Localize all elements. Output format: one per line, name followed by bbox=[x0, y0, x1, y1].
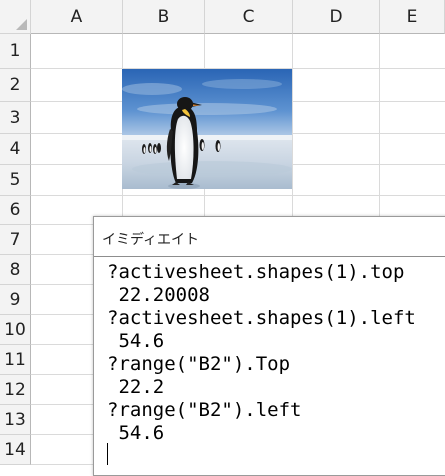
gridline bbox=[31, 195, 445, 196]
row-header-1[interactable]: 1 bbox=[0, 34, 31, 69]
immediate-window[interactable]: イミディエイト ?activesheet.shapes(1).top 22.20… bbox=[93, 216, 445, 476]
immediate-line: ?activesheet.shapes(1).left bbox=[107, 307, 416, 329]
immediate-line: ?range("B2").left bbox=[107, 399, 302, 421]
row-header-12[interactable]: 12 bbox=[0, 375, 31, 405]
row-header-5[interactable]: 5 bbox=[0, 165, 31, 196]
column-header-c[interactable]: C bbox=[205, 0, 293, 34]
row-header-9[interactable]: 9 bbox=[0, 285, 31, 315]
penguin-photo-image bbox=[122, 69, 292, 189]
select-all-triangle-icon bbox=[16, 19, 27, 30]
row-header-7[interactable]: 7 bbox=[0, 225, 31, 255]
immediate-window-title[interactable]: イミディエイト bbox=[94, 217, 445, 257]
text-caret bbox=[107, 443, 108, 465]
spreadsheet: A B C D E 1 2 3 4 5 6 7 8 9 10 11 12 13 … bbox=[0, 0, 445, 476]
select-all-corner[interactable] bbox=[0, 0, 31, 34]
penguin-picture[interactable] bbox=[122, 69, 292, 189]
immediate-line: 22.20008 bbox=[107, 284, 210, 306]
column-header-b[interactable]: B bbox=[123, 0, 205, 34]
row-header-4[interactable]: 4 bbox=[0, 134, 31, 165]
row-header-6[interactable]: 6 bbox=[0, 196, 31, 225]
immediate-line: 54.6 bbox=[107, 330, 165, 352]
row-header-13[interactable]: 13 bbox=[0, 405, 31, 435]
immediate-line: ?activesheet.shapes(1).top bbox=[107, 261, 405, 283]
row-header-3[interactable]: 3 bbox=[0, 102, 31, 134]
row-header-11[interactable]: 11 bbox=[0, 345, 31, 375]
immediate-line: ?range("B2").Top bbox=[107, 353, 291, 375]
column-header-e[interactable]: E bbox=[380, 0, 445, 34]
row-header-2[interactable]: 2 bbox=[0, 69, 31, 102]
immediate-window-body[interactable]: ?activesheet.shapes(1).top 22.20008 ?act… bbox=[94, 257, 445, 475]
immediate-line: 22.2 bbox=[107, 376, 165, 398]
row-header-14[interactable]: 14 bbox=[0, 435, 31, 465]
row-header-10[interactable]: 10 bbox=[0, 315, 31, 345]
immediate-line: 54.6 bbox=[107, 422, 165, 444]
column-header-d[interactable]: D bbox=[293, 0, 380, 34]
column-header-a[interactable]: A bbox=[31, 0, 123, 34]
row-header-8[interactable]: 8 bbox=[0, 255, 31, 285]
